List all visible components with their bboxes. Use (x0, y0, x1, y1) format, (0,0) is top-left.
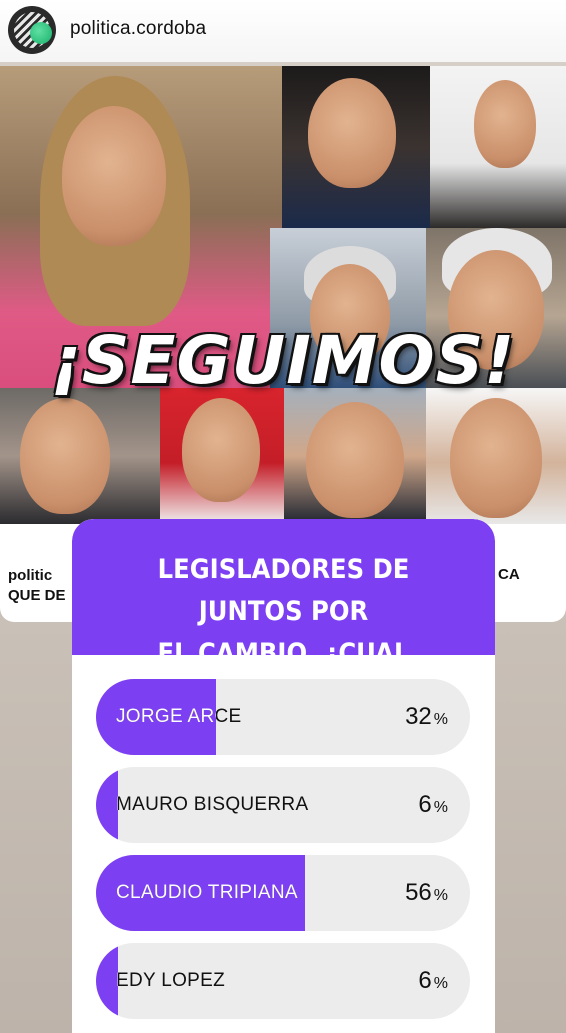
poll-option-label: MAURO BISQUERRA (116, 794, 309, 815)
story-header: politica.cordoba (0, 0, 566, 62)
photo-man-headset (0, 388, 160, 524)
poll-option-label-highlight: EDY LOPEZ (116, 943, 118, 1019)
poll-option-label-highlight: MAURO BISQUERRA (116, 767, 118, 843)
poll-option-percent: 32% (405, 679, 448, 755)
poll-option[interactable]: CLAUDIO TRIPIANA CLAUDIO TRIPIANA 56% (96, 855, 470, 931)
percent-value: 56 (405, 879, 432, 906)
caption-line-2: QUE DE (8, 587, 66, 604)
post-caption-right: CA (498, 566, 520, 583)
account-name[interactable]: politica.cordoba (70, 18, 206, 40)
percent-value: 32 (405, 703, 432, 730)
account-avatar[interactable] (8, 6, 56, 54)
poll-question-line-1: LEGISLADORES DE JUNTOS POR (157, 554, 410, 627)
face-shape (474, 80, 536, 168)
poll-header: LEGISLADORES DE JUNTOS POR EL CAMBIO, ¿C… (72, 519, 495, 711)
poll-option-label: EDY LOPEZ (116, 970, 225, 991)
avatar-logo-dot (30, 22, 52, 44)
post-caption-left: politic QUE DE (8, 566, 66, 606)
percent-sign: % (433, 799, 448, 816)
poll-option[interactable]: JORGE ARCE JORGE ARCE 32% (96, 679, 470, 755)
photo-man-short-hair (426, 388, 566, 524)
photo-man-interview (282, 66, 430, 228)
poll-option-fill (96, 767, 118, 843)
percent-value: 6 (418, 967, 432, 994)
percent-sign: % (433, 975, 448, 992)
poll-option-label-highlight: JORGE ARCE (116, 706, 216, 727)
photo-man-red-background (160, 388, 284, 524)
poll-sticker: LEGISLADORES DE JUNTOS POR EL CAMBIO, ¿C… (72, 519, 495, 1033)
photo-man-dark-hair (284, 388, 426, 524)
poll-option-fill (96, 943, 118, 1019)
caption-line-1: politic (8, 567, 53, 584)
face-shape (306, 402, 404, 518)
percent-sign: % (433, 711, 448, 728)
poll-option[interactable]: MAURO BISQUERRA MAURO BISQUERRA 6% (96, 767, 470, 843)
photo-man-smiling (430, 66, 566, 228)
face-shape (62, 106, 166, 246)
headline-text: ¡SEGUIMOS! (50, 322, 516, 399)
poll-option-percent: 6% (418, 767, 448, 843)
poll-option[interactable]: EDY LOPEZ EDY LOPEZ 6% (96, 943, 470, 1019)
face-shape (182, 398, 260, 502)
face-shape (450, 398, 542, 518)
poll-option-percent: 56% (405, 855, 448, 931)
poll-option-label-highlight: CLAUDIO TRIPIANA (116, 882, 298, 903)
poll-option-percent: 6% (418, 943, 448, 1019)
percent-value: 6 (418, 791, 432, 818)
face-shape (308, 78, 396, 188)
percent-sign: % (433, 887, 448, 904)
face-shape (20, 398, 110, 514)
